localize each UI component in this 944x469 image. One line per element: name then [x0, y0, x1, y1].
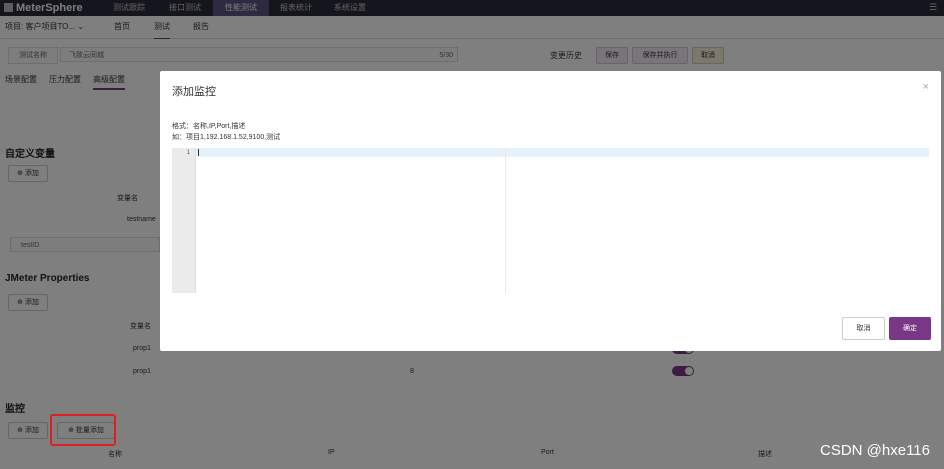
close-icon[interactable]: ×: [923, 81, 929, 93]
format-hint: 格式：名称,IP,Port,描述: [172, 123, 246, 130]
active-line-highlight: [195, 148, 929, 157]
print-margin: [505, 148, 506, 293]
dialog-title: 添加监控: [172, 86, 216, 98]
editor-gutter: 1: [172, 148, 196, 293]
line-number: 1: [186, 150, 190, 156]
highlight-box: [50, 414, 116, 446]
dialog-cancel-button[interactable]: 取消: [842, 317, 885, 340]
text-cursor: [198, 149, 199, 156]
watermark: CSDN @hxe116: [820, 442, 930, 459]
monitor-text-editor[interactable]: 1: [172, 148, 929, 293]
dialog-confirm-button[interactable]: 确定: [889, 317, 931, 340]
example-hint: 如：项目1,192.168.1.52,9100,测试: [172, 134, 281, 141]
add-monitor-dialog: 添加监控 × 格式：名称,IP,Port,描述 如：项目1,192.168.1.…: [160, 71, 941, 351]
